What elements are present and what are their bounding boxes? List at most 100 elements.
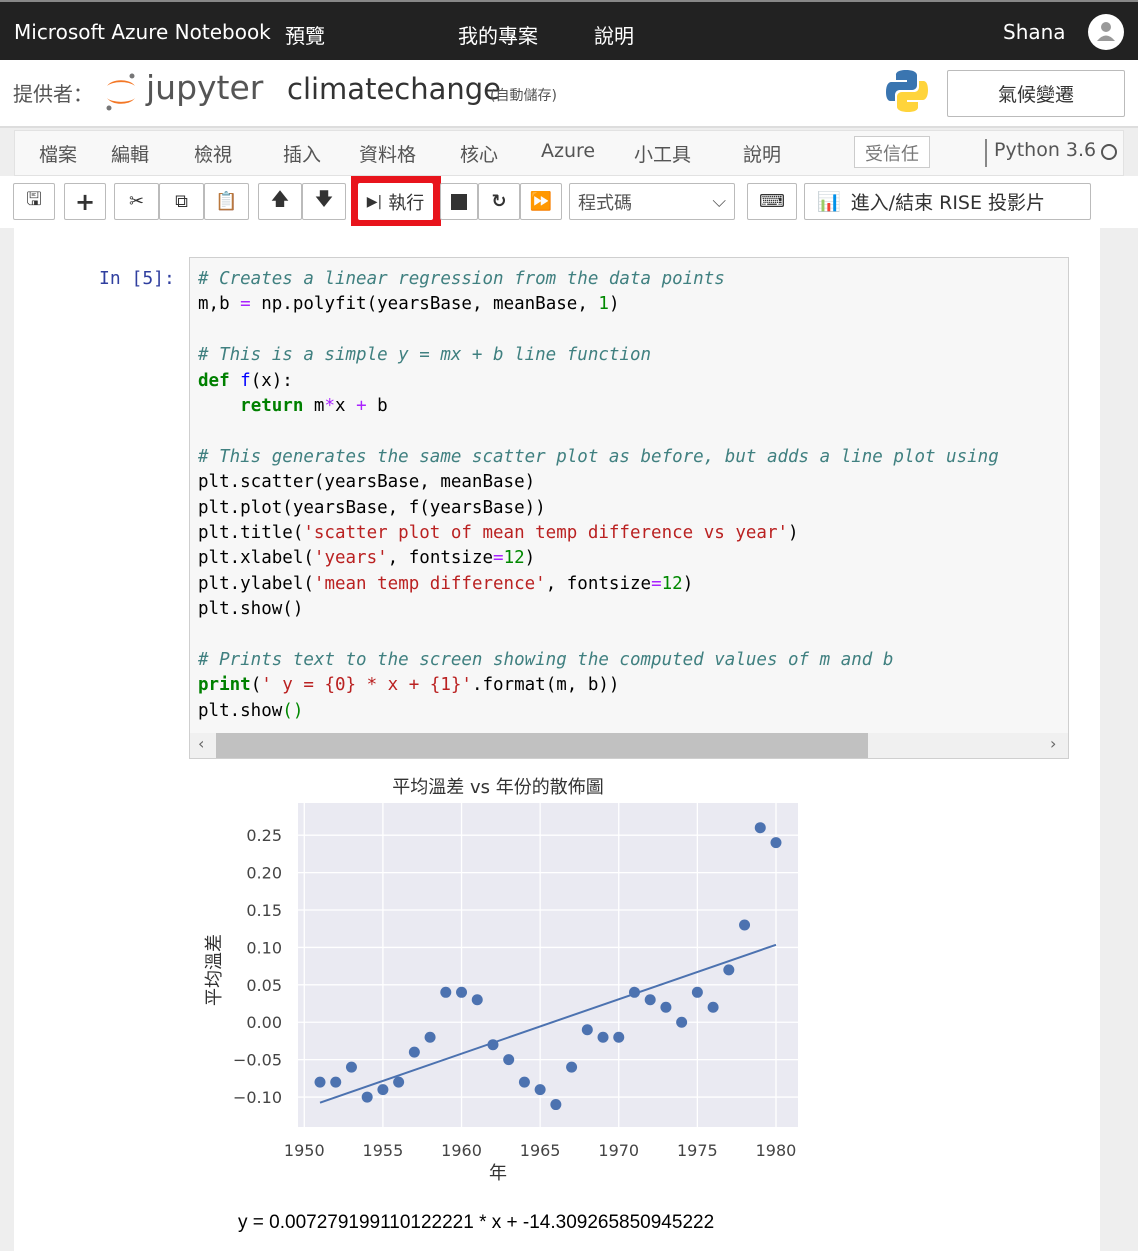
bar-chart-icon: 📊 [817, 191, 841, 213]
y-tick-label: 0.00 [246, 1013, 282, 1032]
restart-button[interactable]: ↻ [478, 183, 520, 220]
code-token: plt.show [198, 700, 283, 721]
code-editor[interactable]: # Creates a linear regression from the d… [198, 267, 999, 724]
code-token: = [651, 573, 662, 594]
scatter-chart: 1950 1955 1960 1965 1970 1975 1980 0.25 0.20 0.15… [204, 777, 798, 1184]
data-point [487, 1039, 499, 1051]
chevron-down-icon: ⌵ [712, 191, 726, 212]
data-point [471, 994, 483, 1006]
code-token: m [303, 395, 325, 416]
code-token: * [324, 395, 335, 416]
paste-icon: 📋 [215, 191, 238, 212]
scroll-left-icon[interactable]: ‹ [198, 734, 204, 753]
code-token: # Creates a linear regression from the d… [198, 269, 725, 289]
code-token: plt.plot(yearsBase, f(yearsBase)) [198, 497, 546, 518]
code-token: ( [250, 675, 262, 696]
autosave-status: (自動儲存) [490, 88, 557, 104]
data-point [754, 822, 766, 834]
code-token: ) [524, 548, 536, 569]
data-point [676, 1016, 688, 1028]
code-cell-input[interactable]: # Creates a linear regression from the d… [189, 257, 1069, 759]
y-tick-label: 0.10 [246, 938, 282, 957]
code-line: plt.show() [198, 699, 999, 724]
data-point [644, 994, 656, 1006]
scroll-right-icon[interactable]: › [1050, 734, 1056, 753]
x-tick-label: 1955 [363, 1141, 404, 1160]
code-line: def f(x): [198, 369, 999, 394]
code-token: = [493, 548, 504, 569]
code-token: () [282, 700, 304, 721]
x-tick-label: 1960 [441, 1141, 482, 1160]
data-point [424, 1031, 436, 1043]
provided-by-label: 提供者： [13, 82, 93, 106]
code-line: # Prints text to the screen showing the … [198, 648, 999, 673]
move-up-button[interactable]: 🡅 [258, 183, 302, 220]
my-projects-link[interactable]: 我的專案 [458, 20, 538, 49]
data-point [345, 1061, 357, 1073]
y-axis-label: 平均溫差 [204, 934, 225, 1006]
run-all-button[interactable]: ⏩ [520, 183, 562, 220]
help-link[interactable]: 說明 [594, 20, 634, 49]
code-line: # Creates a linear regression from the d… [198, 267, 999, 292]
restart-icon: ↻ [491, 191, 507, 212]
code-token: 1 [598, 294, 609, 315]
data-point [707, 1001, 719, 1013]
fast-forward-icon: ⏩ [529, 191, 553, 212]
menu-insert[interactable]: 插入 [283, 140, 321, 167]
data-point [330, 1076, 342, 1088]
menu-edit[interactable]: 編輯 [111, 140, 149, 167]
cut-button[interactable]: ✂ [114, 183, 159, 220]
y-tick-label: 0.15 [246, 901, 282, 920]
code-token: ' y = {0} * x + {1}' [261, 675, 472, 696]
menu-view[interactable]: 檢視 [194, 140, 232, 167]
interrupt-button[interactable] [440, 183, 478, 220]
menu-cell[interactable]: 資料格 [359, 140, 416, 167]
plot-background [298, 803, 798, 1127]
run-label: 執行 [388, 192, 425, 214]
code-token: # This generates the same scatter plot a… [198, 446, 999, 467]
run-button[interactable]: ▶| 執行 [358, 183, 433, 220]
menu-file[interactable]: 檔案 [39, 140, 77, 167]
save-button[interactable]: 🖫 [13, 183, 55, 220]
data-point [456, 986, 468, 998]
y-tick-label: 0.25 [246, 826, 282, 845]
brand-link[interactable]: Microsoft Azure Notebook [14, 20, 271, 44]
step-forward-icon: ▶| [366, 193, 383, 210]
rise-slideshow-button[interactable]: 📊 進入/結束 RISE 投影片 [804, 183, 1091, 220]
menu-help[interactable]: 說明 [743, 140, 781, 167]
data-point [393, 1076, 405, 1088]
menu-widgets[interactable]: 小工具 [634, 140, 691, 167]
top-nav: Microsoft Azure Notebook 預覽 我的專案 說明 Shan… [0, 0, 1138, 60]
notebook-name[interactable]: climatechange [287, 72, 501, 106]
code-line: plt.plot(yearsBase, f(yearsBase)) [198, 496, 999, 521]
code-token: m,b [198, 294, 241, 315]
code-token: 12 [661, 573, 683, 594]
menu-kernel[interactable]: 核心 [460, 140, 498, 167]
copy-button[interactable]: ⧉ [159, 183, 204, 220]
menu-azure[interactable]: Azure [541, 140, 595, 162]
x-tick-label: 1975 [677, 1141, 718, 1160]
code-token: 'scatter plot of mean temp difference vs… [303, 522, 789, 543]
rise-label: 進入/結束 RISE 投影片 [850, 192, 1046, 214]
data-point [534, 1084, 546, 1096]
kernel-name-button[interactable]: 氣候變遷 [947, 70, 1125, 117]
code-token: ) [788, 522, 799, 543]
move-down-button[interactable]: 🡇 [302, 183, 346, 220]
scrollbar-thumb[interactable] [216, 733, 868, 758]
code-token: plt.xlabel( [198, 548, 314, 569]
cell-type-select[interactable]: 程式碼 ⌵ [569, 183, 735, 220]
user-name[interactable]: Shana [1003, 20, 1066, 44]
trusted-badge[interactable]: 受信任 [854, 136, 930, 168]
avatar[interactable] [1088, 14, 1124, 50]
preview-label: 預覽 [285, 24, 325, 48]
insert-cell-button[interactable]: + [64, 183, 106, 220]
code-token: = [240, 294, 251, 315]
paste-button[interactable]: 📋 [204, 183, 249, 220]
horizontal-scrollbar[interactable]: ‹ › [190, 733, 1068, 758]
output-text: y = 0.007279199110122221 * x + -14.30926… [238, 1212, 715, 1233]
code-token: print [198, 675, 251, 696]
keyboard-shortcuts-button[interactable]: ⌨ [747, 183, 797, 220]
code-token: plt.title( [198, 522, 304, 543]
